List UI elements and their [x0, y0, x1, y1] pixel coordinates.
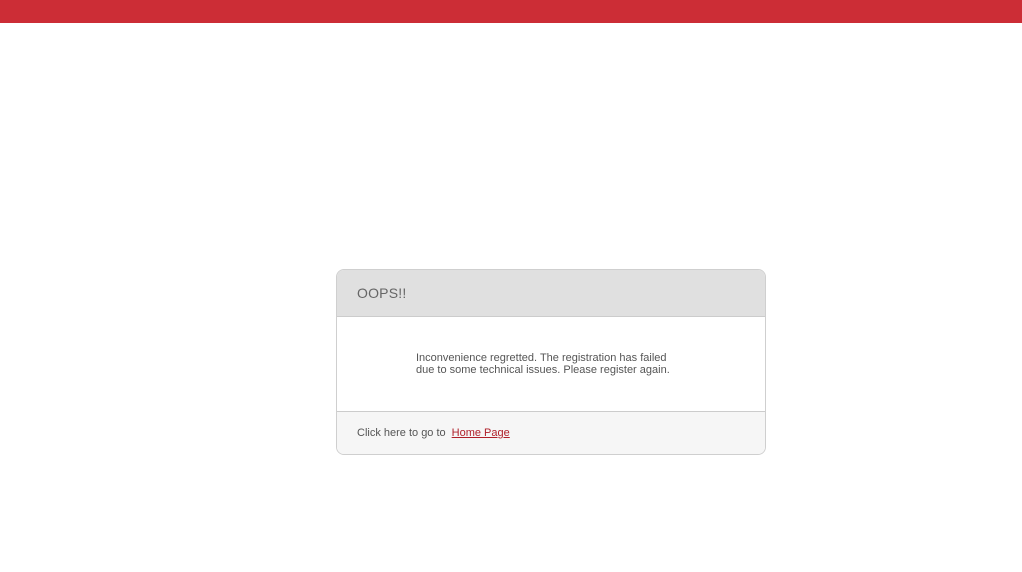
dialog-title: OOPS!! — [357, 285, 407, 301]
dialog-header: OOPS!! — [337, 270, 765, 317]
dialog-body: Inconvenience regretted. The registratio… — [337, 317, 765, 412]
dialog-footer: Click here to go to Home Page — [337, 412, 765, 454]
footer-text: Click here to go to — [357, 427, 446, 439]
home-page-link[interactable]: Home Page — [452, 427, 510, 439]
error-dialog: OOPS!! Inconvenience regretted. The regi… — [336, 269, 766, 455]
top-banner-bar — [0, 0, 1022, 23]
error-message: Inconvenience regretted. The registratio… — [416, 352, 670, 376]
